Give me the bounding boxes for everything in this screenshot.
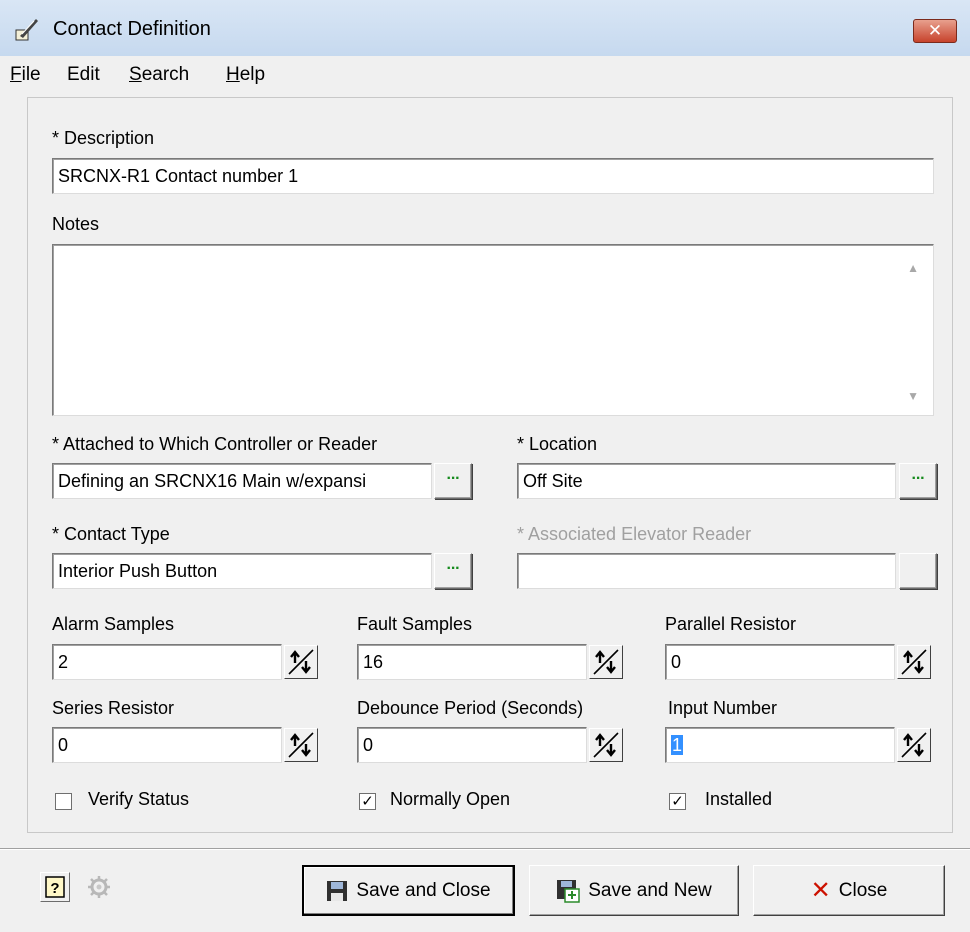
series-resistor-label: Series Resistor <box>52 698 175 718</box>
gear-icon <box>88 876 110 898</box>
close-icon: ✕ <box>927 21 943 40</box>
title-bar[interactable]: Contact Definition ✕ <box>0 0 970 56</box>
normally-open-label: Normally Open <box>390 789 511 809</box>
contact-type-field[interactable]: Interior Push Button <box>52 553 432 589</box>
close-label: Close <box>838 879 888 901</box>
parallel-resistor-input[interactable]: 0 <box>665 644 895 680</box>
fault-samples-spinner[interactable] <box>589 645 623 679</box>
save-and-new-button[interactable]: Save and New <box>529 865 739 916</box>
controller-label: * Attached to Which Controller or Reader <box>52 434 378 454</box>
description-input[interactable]: SRCNX-R1 Contact number 1 <box>52 158 934 194</box>
contact-type-browse-button[interactable]: ··· <box>434 553 472 589</box>
spin-arrows-icon <box>288 649 314 675</box>
contact-type-label: * Contact Type <box>52 524 170 544</box>
menu-search[interactable]: Search <box>129 64 189 86</box>
normally-open-checkbox[interactable]: ✓ <box>359 793 376 810</box>
debounce-period-label: Debounce Period (Seconds) <box>357 698 584 718</box>
elevator-reader-browse-button <box>899 553 937 589</box>
menu-bar: File Edit Search Help <box>0 56 970 94</box>
window-close-button[interactable]: ✕ <box>913 19 957 43</box>
save-and-close-button[interactable]: Save and Close <box>302 865 515 916</box>
quill-pen-icon <box>15 19 38 41</box>
save-new-icon <box>557 879 580 903</box>
fault-samples-label: Fault Samples <box>357 614 473 634</box>
parallel-resistor-label: Parallel Resistor <box>665 614 797 634</box>
help-button[interactable]: ? <box>40 872 70 902</box>
notes-label: Notes <box>52 214 100 234</box>
description-label: * Description <box>52 128 155 148</box>
parallel-resistor-spinner[interactable] <box>897 645 931 679</box>
window-title: Contact Definition <box>53 18 211 40</box>
alarm-samples-input[interactable]: 2 <box>52 644 282 680</box>
controller-browse-button[interactable]: ··· <box>434 463 472 499</box>
series-resistor-spinner[interactable] <box>284 728 318 762</box>
verify-status-checkbox[interactable] <box>55 793 72 810</box>
wizard-button <box>84 872 114 902</box>
floppy-disk-icon <box>327 880 348 901</box>
notes-textarea[interactable]: ▲ ▼ <box>52 244 934 416</box>
spin-arrows-icon <box>593 732 619 758</box>
alarm-samples-spinner[interactable] <box>284 645 318 679</box>
debounce-period-spinner[interactable] <box>589 728 623 762</box>
contact-definition-window: Contact Definition ✕ File Edit Search He… <box>0 0 970 932</box>
location-label: * Location <box>517 434 598 454</box>
location-field[interactable]: Off Site <box>517 463 896 499</box>
spin-arrows-icon <box>288 732 314 758</box>
spin-arrows-icon <box>901 649 927 675</box>
close-button[interactable]: ✕ Close <box>753 865 945 916</box>
input-number-label: Input Number <box>668 698 778 718</box>
spin-arrows-icon <box>593 649 619 675</box>
scroll-up-arrow-icon[interactable]: ▲ <box>907 261 919 275</box>
installed-label: Installed <box>705 789 773 809</box>
question-mark-icon: ? <box>45 876 65 898</box>
fault-samples-input[interactable]: 16 <box>357 644 587 680</box>
elevator-reader-label: * Associated Elevator Reader <box>517 524 752 544</box>
input-number-spinner[interactable] <box>897 728 931 762</box>
save-and-new-label: Save and New <box>588 879 712 901</box>
scroll-down-arrow-icon[interactable]: ▼ <box>907 389 919 403</box>
location-browse-button[interactable]: ··· <box>899 463 937 499</box>
input-number-input[interactable]: 1 <box>665 727 895 763</box>
close-x-icon: ✕ <box>810 877 831 904</box>
spin-arrows-icon <box>901 732 927 758</box>
installed-checkbox[interactable]: ✓ <box>669 793 686 810</box>
elevator-reader-field <box>517 553 896 589</box>
save-and-close-label: Save and Close <box>356 879 491 901</box>
verify-status-label: Verify Status <box>88 789 190 809</box>
alarm-samples-label: Alarm Samples <box>52 614 175 634</box>
menu-file[interactable]: File <box>10 64 41 86</box>
debounce-period-input[interactable]: 0 <box>357 727 587 763</box>
series-resistor-input[interactable]: 0 <box>52 727 282 763</box>
controller-field[interactable]: Defining an SRCNX16 Main w/expansi <box>52 463 432 499</box>
menu-edit[interactable]: Edit <box>67 64 100 86</box>
menu-help[interactable]: Help <box>226 64 265 86</box>
svg-text:?: ? <box>50 880 59 897</box>
